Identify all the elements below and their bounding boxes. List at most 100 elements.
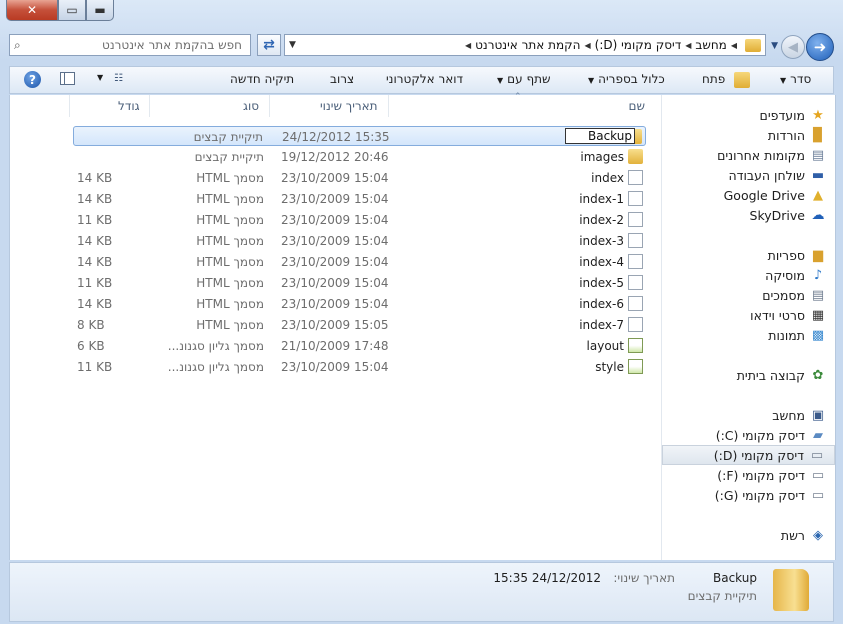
address-bar[interactable]: ◀ מחשב ◀ דיסק מקומי (D:) ◀ הקמת אתר אינט…: [284, 34, 766, 56]
nav-label: רשת: [780, 527, 805, 543]
organize-button[interactable]: ▼ סדר: [780, 72, 811, 86]
nav-label: מסמכים: [762, 287, 805, 303]
file-row[interactable]: index-3 23/10/2009 15:04 מסמך HTML 14 KB: [73, 231, 646, 251]
email-button[interactable]: דואר אלקטרוני: [386, 72, 463, 86]
nav-music[interactable]: ♪ מוסיקה: [662, 265, 835, 285]
file-date-modified: 21/10/2009 17:48: [281, 339, 389, 353]
address-dropdown[interactable]: ▼: [289, 40, 296, 50]
nav-pictures[interactable]: ▩ תמונות: [662, 325, 835, 345]
view-options-dropdown[interactable]: ▼: [97, 73, 103, 82]
nav-favorites[interactable]: ★ מועדפים: [662, 105, 835, 125]
file-date-modified: 23/10/2009 15:04: [281, 255, 389, 269]
file-row[interactable]: index-7 23/10/2009 15:05 מסמך HTML 8 KB: [73, 315, 646, 335]
view-list-icon[interactable]: ☷: [114, 73, 123, 84]
file-name: index-7: [579, 318, 624, 332]
recent-places-icon: ▤: [811, 147, 825, 163]
breadcrumb-current-folder[interactable]: הקמת אתר אינטרנט: [475, 38, 580, 52]
nav-drive-c[interactable]: ▰ דיסק מקומי (C:): [662, 425, 835, 445]
folder-icon: [628, 149, 643, 164]
html-file-icon: [628, 170, 643, 185]
nav-desktop[interactable]: ▬ שולחן העבודה: [662, 165, 835, 185]
dropdown-arrow-icon: ▼: [588, 76, 595, 85]
nav-google-drive[interactable]: ▲ Google Drive: [662, 185, 835, 205]
organize-label: סדר: [790, 72, 812, 86]
minimize-button[interactable]: ▬: [86, 0, 114, 21]
file-date-modified: 23/10/2009 15:04: [281, 213, 389, 227]
search-input[interactable]: חפש בהקמת אתר אינטרנט ⌕: [9, 34, 251, 56]
nav-documents[interactable]: ▤ מסמכים: [662, 285, 835, 305]
nav-downloads[interactable]: ▉ הורדות: [662, 125, 835, 145]
file-row[interactable]: index-4 23/10/2009 15:04 מסמך HTML 14 KB: [73, 252, 646, 272]
nav-homegroup[interactable]: ✿ קבוצה ביתית: [662, 365, 835, 385]
rename-input[interactable]: Backup: [565, 128, 635, 144]
column-divider[interactable]: [149, 95, 150, 117]
file-row[interactable]: index 23/10/2009 15:04 מסמך HTML 14 KB: [73, 168, 646, 188]
chevron-icon[interactable]: ◀: [465, 41, 471, 50]
file-row[interactable]: index-1 23/10/2009 15:04 מסמך HTML 14 KB: [73, 189, 646, 209]
main-area: ⌃ שם תאריך שינוי סוג גודל Backup 24/12/20…: [9, 92, 836, 560]
file-type: מסמך HTML: [196, 276, 264, 290]
column-size[interactable]: גודל: [118, 99, 140, 113]
desktop-icon: ▬: [811, 167, 825, 183]
chevron-icon[interactable]: ◀: [584, 41, 590, 50]
file-name: index-4: [579, 255, 624, 269]
include-in-library-button[interactable]: ▼ כלול בספריה: [588, 72, 665, 86]
file-name: index-5: [579, 276, 624, 290]
back-button[interactable]: ➜: [806, 33, 834, 61]
file-row[interactable]: index-2 23/10/2009 15:04 מסמך HTML 11 KB: [73, 210, 646, 230]
open-folder-icon: [734, 72, 750, 88]
recent-pages-dropdown[interactable]: ▼: [771, 41, 778, 51]
refresh-button[interactable]: ⇄: [257, 34, 281, 56]
search-placeholder: חפש בהקמת אתר אינטרנט: [102, 38, 242, 52]
file-row[interactable]: Backup 24/12/2012 15:35 תיקיית קבצים: [73, 126, 646, 146]
nav-recent-places[interactable]: ▤ מקומות אחרונים: [662, 145, 835, 165]
column-date-modified[interactable]: תאריך שינוי: [320, 99, 378, 113]
burn-button[interactable]: צרוב: [330, 72, 354, 86]
share-with-button[interactable]: ▼ שתף עם: [497, 72, 551, 86]
nav-libraries[interactable]: ▆ ספריות: [662, 245, 835, 265]
sort-up-icon: ⌃: [514, 92, 522, 102]
folder-icon: [745, 38, 761, 52]
file-row[interactable]: index-5 23/10/2009 15:04 מסמך HTML 11 KB: [73, 273, 646, 293]
column-divider[interactable]: [388, 95, 389, 117]
nav-label: ספריות: [767, 247, 805, 263]
window-controls: ✕ ▭ ▬: [6, 0, 114, 21]
maximize-button[interactable]: ▭: [58, 0, 86, 21]
file-size: 14 KB: [77, 297, 113, 311]
nav-drive-g[interactable]: ▭ דיסק מקומי (G:): [662, 485, 835, 505]
column-type[interactable]: סוג: [243, 99, 259, 113]
chevron-icon[interactable]: ◀: [685, 41, 691, 50]
open-button[interactable]: פתח: [702, 72, 725, 86]
new-folder-button[interactable]: תיקיה חדשה: [230, 72, 294, 86]
help-icon[interactable]: ?: [24, 71, 41, 88]
nav-drive-d[interactable]: ▭ דיסק מקומי (D:): [662, 445, 835, 465]
include-in-library-label: כלול בספריה: [598, 72, 665, 86]
preview-pane-icon[interactable]: [60, 72, 75, 85]
file-size: 11 KB: [77, 360, 113, 374]
nav-label: דיסק מקומי (F:): [717, 467, 805, 483]
file-row[interactable]: layout 21/10/2009 17:48 מסמך גליון סגנונ..…: [73, 336, 646, 356]
arrow-right-icon: ➜: [813, 38, 827, 56]
file-name: images: [580, 150, 624, 164]
music-note-icon: ♪: [813, 267, 823, 283]
file-row[interactable]: style 23/10/2009 15:04 מסמך גליון סגנונ...…: [73, 357, 646, 377]
nav-label: Google Drive: [723, 187, 805, 203]
nav-network[interactable]: ◈ רשת: [662, 525, 835, 545]
nav-skydrive[interactable]: ☁ SkyDrive: [662, 205, 835, 225]
refresh-icon: ⇄: [263, 37, 275, 53]
forward-button[interactable]: ◀: [781, 35, 805, 59]
column-divider[interactable]: [269, 95, 270, 117]
nav-drive-f[interactable]: ▭ דיסק מקומי (F:): [662, 465, 835, 485]
nav-videos[interactable]: ▦ סרטי וידאו: [662, 305, 835, 325]
nav-computer[interactable]: ▣ מחשב: [662, 405, 835, 425]
breadcrumb-computer[interactable]: מחשב: [695, 38, 726, 52]
column-name[interactable]: שם: [629, 99, 645, 113]
column-divider[interactable]: [69, 95, 70, 117]
file-row[interactable]: images 19/12/2012 20:46 תיקיית קבצים: [73, 147, 646, 167]
nav-label: שולחן העבודה: [728, 167, 805, 183]
close-button[interactable]: ✕: [6, 0, 58, 21]
breadcrumb-drive-d[interactable]: דיסק מקומי (D:): [595, 38, 682, 52]
file-row[interactable]: index-6 23/10/2009 15:04 מסמך HTML 14 KB: [73, 294, 646, 314]
chevron-icon[interactable]: ◀: [731, 41, 737, 50]
file-date-modified: 23/10/2009 15:04: [281, 360, 389, 374]
